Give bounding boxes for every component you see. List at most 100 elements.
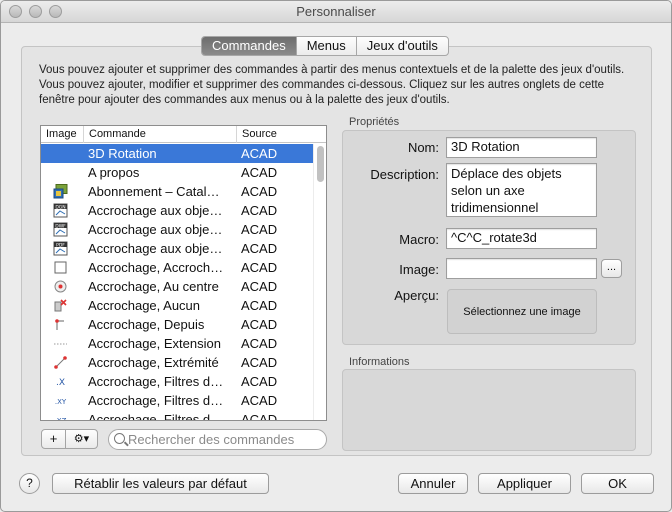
command-name: Accrochage aux obje… xyxy=(88,203,223,218)
x-filter-icon: .X xyxy=(56,378,65,388)
command-source: ACAD xyxy=(241,260,278,275)
command-name: Accrochage, Filtres d… xyxy=(88,412,224,421)
command-source: ACAD xyxy=(241,412,278,421)
command-source: ACAD xyxy=(241,241,278,256)
column-header-source[interactable]: Source xyxy=(237,126,313,143)
pdf-icon: PDF xyxy=(53,241,68,256)
tab-menus[interactable]: Menus xyxy=(297,37,357,55)
command-name: 3D Rotation xyxy=(88,146,157,161)
reset-defaults-button[interactable]: Rétablir les valeurs par défaut xyxy=(52,473,269,494)
endpoint-snap-icon xyxy=(54,356,67,369)
tab-bar: Commandes Menus Jeux d'outils xyxy=(201,36,449,56)
list-header: Image Commande Source xyxy=(41,126,326,143)
list-item[interactable]: Accrochage, Accroch… ACAD xyxy=(41,258,313,277)
gear-menu-button[interactable]: ⚙▾ xyxy=(65,429,98,449)
image-field[interactable] xyxy=(446,258,597,279)
xy-filter-icon: .XY xyxy=(55,398,67,406)
list-item[interactable]: Accrochage, Extension ACAD xyxy=(41,334,313,353)
apply-button[interactable]: Appliquer xyxy=(478,473,571,494)
list-item[interactable]: .XY Accrochage, Filtres d… ACAD xyxy=(41,391,313,410)
list-item[interactable]: Accrochage, Au centre ACAD xyxy=(41,277,313,296)
svg-text:.XY: .XY xyxy=(55,398,67,406)
no-snap-icon xyxy=(54,299,67,312)
list-item[interactable]: Accrochage, Depuis ACAD xyxy=(41,315,313,334)
subscription-icon xyxy=(53,184,68,199)
command-source: ACAD xyxy=(241,203,278,218)
ok-button[interactable]: OK xyxy=(581,473,654,494)
image-preview-button[interactable]: Sélectionnez une image xyxy=(447,289,597,334)
instructions-text: Vous pouvez ajouter et supprimer des com… xyxy=(39,64,625,106)
list-item[interactable]: .XZ Accrochage, Filtres d… ACAD xyxy=(41,410,313,421)
dgn-icon: DGN xyxy=(53,203,68,218)
minimize-window-button[interactable] xyxy=(29,5,42,18)
image-label: Image: xyxy=(399,262,439,277)
title-bar: Personnaliser xyxy=(1,1,671,23)
command-source: ACAD xyxy=(241,165,278,180)
list-item[interactable]: Accrochage, Aucun ACAD xyxy=(41,296,313,315)
description-field[interactable]: Déplace des objets selon un axe tridimen… xyxy=(446,163,597,217)
info-section-label: Informations xyxy=(349,356,410,368)
scrollbar-thumb[interactable] xyxy=(317,146,324,182)
command-source: ACAD xyxy=(241,298,278,313)
cancel-button[interactable]: Annuler xyxy=(398,473,468,494)
list-item[interactable]: PDF Accrochage aux obje… ACAD xyxy=(41,239,313,258)
zoom-window-button[interactable] xyxy=(49,5,62,18)
command-name: Accrochage, Filtres d… xyxy=(88,393,224,408)
macro-field[interactable]: ^C^C_rotate3d xyxy=(446,228,597,249)
svg-text:PDF: PDF xyxy=(56,242,65,248)
svg-text:DGN: DGN xyxy=(55,204,65,210)
list-item[interactable]: DWF Accrochage aux obje… ACAD xyxy=(41,220,313,239)
search-input[interactable] xyxy=(128,431,323,448)
command-name: Accrochage, Depuis xyxy=(88,317,205,332)
command-name: Accrochage, Extension xyxy=(88,336,221,351)
svg-text:DWF: DWF xyxy=(55,223,66,229)
gear-icon: ⚙▾ xyxy=(73,433,90,445)
window-title: Personnaliser xyxy=(296,4,376,19)
command-name: Abonnement – Catal… xyxy=(88,184,220,199)
browse-image-button[interactable]: ... xyxy=(601,259,622,278)
xz-filter-icon: .XZ xyxy=(55,417,67,420)
list-item[interactable]: 3D Rotation ACAD xyxy=(41,144,313,163)
dwf-icon: DWF xyxy=(53,222,68,237)
command-name: Accrochage aux obje… xyxy=(88,241,223,256)
add-command-button[interactable]: + xyxy=(41,429,66,449)
tab-commands[interactable]: Commandes xyxy=(202,37,297,55)
command-source: ACAD xyxy=(241,222,278,237)
description-label: Description: xyxy=(370,167,439,182)
command-source: ACAD xyxy=(241,393,278,408)
list-item[interactable]: A propos ACAD xyxy=(41,163,313,182)
command-source: ACAD xyxy=(241,374,278,389)
tab-tool-sets[interactable]: Jeux d'outils xyxy=(357,37,448,55)
command-name: A propos xyxy=(88,165,140,180)
command-name: Accrochage, Aucun xyxy=(88,298,201,313)
center-snap-icon xyxy=(54,280,67,293)
help-button[interactable]: ? xyxy=(19,473,40,494)
from-snap-icon xyxy=(55,319,64,330)
command-name: Accrochage, Accroch… xyxy=(88,260,224,275)
list-scrollbar[interactable] xyxy=(313,144,326,420)
command-source: ACAD xyxy=(241,146,278,161)
command-list[interactable]: Image Commande Source 3D Rotation ACAD A… xyxy=(40,125,327,421)
command-name: Accrochage, Filtres d… xyxy=(88,374,224,389)
list-item[interactable]: Abonnement – Catal… ACAD xyxy=(41,182,313,201)
command-name: Accrochage, Extrémité xyxy=(88,355,219,370)
preview-label: Aperçu: xyxy=(394,288,439,303)
name-field[interactable]: 3D Rotation xyxy=(446,137,597,158)
search-field[interactable] xyxy=(108,429,327,450)
command-source: ACAD xyxy=(241,317,278,332)
macro-label: Macro: xyxy=(399,232,439,247)
column-header-command[interactable]: Commande xyxy=(84,126,237,143)
close-window-button[interactable] xyxy=(9,5,22,18)
command-source: ACAD xyxy=(241,184,278,199)
extension-snap-icon xyxy=(54,343,67,345)
search-icon xyxy=(114,433,125,444)
list-item[interactable]: Accrochage, Extrémité ACAD xyxy=(41,353,313,372)
command-source: ACAD xyxy=(241,336,278,351)
command-name: Accrochage, Au centre xyxy=(88,279,219,294)
blank-square-icon xyxy=(54,261,67,274)
list-item[interactable]: .X Accrochage, Filtres d… ACAD xyxy=(41,372,313,391)
svg-text:.X: .X xyxy=(56,378,65,388)
list-item[interactable]: DGN Accrochage aux obje… ACAD xyxy=(41,201,313,220)
column-header-image[interactable]: Image xyxy=(41,126,84,143)
command-source: ACAD xyxy=(241,279,278,294)
